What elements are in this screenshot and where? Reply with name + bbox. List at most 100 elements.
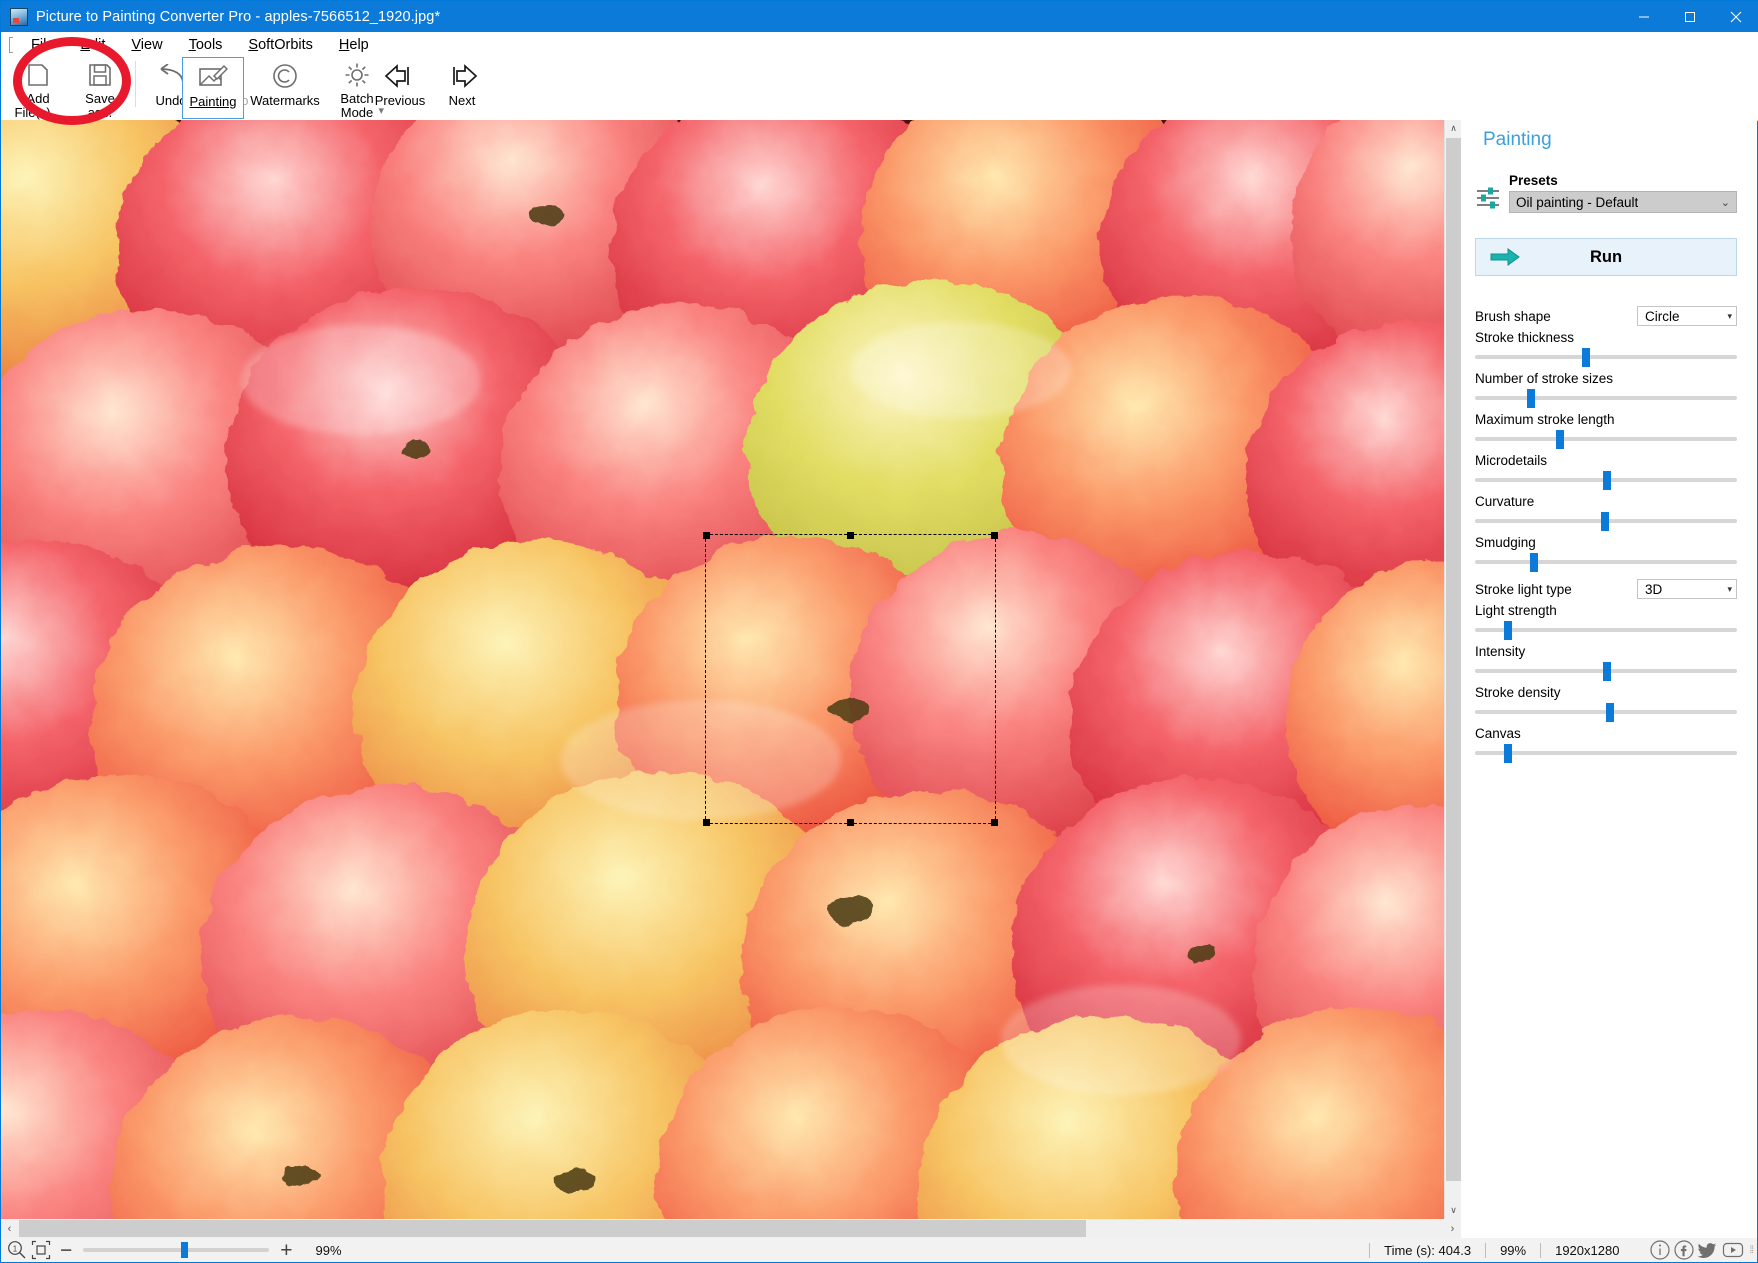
next-arrow-icon <box>445 61 479 91</box>
close-button[interactable] <box>1713 1 1758 32</box>
stroke-light-type-label: Stroke light type <box>1475 582 1572 597</box>
status-zoom-percent: 99% <box>1485 1243 1540 1258</box>
selection-handle-bottom-middle[interactable] <box>847 819 854 826</box>
slider-thumb[interactable] <box>1556 430 1564 449</box>
selection-rectangle[interactable] <box>705 534 996 824</box>
previous-label: Previous <box>375 94 426 108</box>
menu-grip-icon <box>9 37 13 53</box>
twitter-icon[interactable] <box>1697 1239 1719 1261</box>
title-bar: Picture to Painting Converter Pro - appl… <box>1 1 1758 32</box>
info-icon[interactable] <box>1649 1239 1671 1261</box>
presets-value: Oil painting - Default <box>1516 195 1638 210</box>
slider-thumb[interactable] <box>1582 348 1590 367</box>
slider-label-stroke-thickness: Stroke thickness <box>1475 330 1737 345</box>
slider-curvature[interactable] <box>1475 510 1737 532</box>
slider-thumb[interactable] <box>1606 703 1614 722</box>
scroll-right-icon[interactable]: › <box>1444 1219 1461 1238</box>
zoom-slider[interactable] <box>83 1248 269 1252</box>
next-label: Next <box>449 94 476 108</box>
painting-controls: Brush shape Circle ▾ Stroke thickness Nu… <box>1461 306 1757 764</box>
resize-grip-icon[interactable]: ⁞⁞ <box>1749 1245 1753 1256</box>
slider-thumb[interactable] <box>1527 389 1535 408</box>
slider-label-microdetails: Microdetails <box>1475 453 1737 468</box>
slider-thumb[interactable] <box>1601 512 1609 531</box>
slider-thumb[interactable] <box>1530 553 1538 572</box>
selection-handle-top-right[interactable] <box>991 532 998 539</box>
menu-item-view[interactable]: View <box>118 35 175 55</box>
watermarks-label: Watermarks <box>250 94 320 108</box>
add-files-label: Add File(s)... <box>15 92 62 119</box>
run-label: Run <box>1476 248 1736 267</box>
slider-label-curvature: Curvature <box>1475 494 1737 509</box>
slider-track <box>1475 560 1737 564</box>
vertical-scrollbar[interactable]: ∧ ∨ <box>1444 120 1462 1219</box>
slider-microdetails[interactable] <box>1475 469 1737 491</box>
slider-label-number-of-stroke-sizes: Number of stroke sizes <box>1475 371 1737 386</box>
brush-shape-value: Circle <box>1645 309 1680 324</box>
slider-intensity[interactable] <box>1475 660 1737 682</box>
previous-arrow-icon <box>383 61 417 91</box>
scroll-up-icon[interactable]: ∧ <box>1445 120 1462 137</box>
youtube-icon[interactable] <box>1721 1239 1745 1261</box>
slider-thumb[interactable] <box>1603 662 1611 681</box>
slider-thumb[interactable] <box>1603 471 1611 490</box>
presets-sliders-icon <box>1475 185 1501 211</box>
slider-thumb[interactable] <box>1504 621 1512 640</box>
stroke-light-type-value: 3D <box>1645 582 1662 597</box>
add-files-button[interactable]: Add File(s)... <box>7 57 69 119</box>
zoom-slider-thumb[interactable] <box>181 1242 188 1258</box>
watermarks-button[interactable]: Watermarks <box>244 57 326 119</box>
stroke-light-type-dropdown[interactable]: 3D ▾ <box>1637 579 1737 599</box>
chevron-down-icon: ▾ <box>1727 584 1732 595</box>
menu-item-help[interactable]: Help <box>326 35 382 55</box>
slider-maximum-stroke-length[interactable] <box>1475 428 1737 450</box>
run-button[interactable]: Run <box>1475 238 1737 276</box>
status-bar: 1 − + 99% Time (s): 404.3 99% 1920x1280 <box>1 1238 1757 1262</box>
menu-item-softorbits[interactable]: SoftOrbits <box>235 35 325 55</box>
menu-item-file[interactable]: File <box>18 35 67 55</box>
vertical-scroll-thumb[interactable] <box>1446 138 1461 1181</box>
slider-track <box>1475 355 1737 359</box>
magnifier-icon[interactable]: 1 <box>7 1240 27 1260</box>
zoom-in-button[interactable]: + <box>271 1240 301 1261</box>
horizontal-scrollbar[interactable]: ‹ › <box>1 1219 1461 1238</box>
brush-shape-label: Brush shape <box>1475 309 1551 324</box>
zoom-out-button[interactable]: − <box>51 1240 81 1261</box>
brush-shape-dropdown[interactable]: Circle ▾ <box>1637 306 1737 326</box>
scroll-left-icon[interactable]: ‹ <box>1 1219 18 1238</box>
application-window: Picture to Painting Converter Pro - appl… <box>0 0 1758 1263</box>
facebook-icon[interactable] <box>1673 1239 1695 1261</box>
horizontal-scroll-thumb[interactable] <box>19 1220 1086 1237</box>
selection-handle-top-left[interactable] <box>703 532 710 539</box>
toolbar: Add File(s)... Save as... <box>1 57 1758 121</box>
status-dimensions: 1920x1280 <box>1540 1243 1633 1258</box>
previous-button[interactable]: Previous <box>369 57 431 119</box>
slider-track <box>1475 751 1737 755</box>
slider-stroke-density[interactable] <box>1475 701 1737 723</box>
slider-stroke-thickness[interactable] <box>1475 346 1737 368</box>
scroll-down-icon[interactable]: ∨ <box>1445 1202 1462 1219</box>
window-controls <box>1621 1 1758 32</box>
next-button[interactable]: Next <box>431 57 493 119</box>
slider-thumb[interactable] <box>1504 744 1512 763</box>
selection-handle-top-middle[interactable] <box>847 532 854 539</box>
presets-dropdown[interactable]: Oil painting - Default ⌄ <box>1509 191 1737 213</box>
painting-button[interactable]: Painting <box>182 57 244 119</box>
slider-light-strength[interactable] <box>1475 619 1737 641</box>
selection-handle-bottom-right[interactable] <box>991 819 998 826</box>
menu-item-edit[interactable]: Edit <box>67 35 118 55</box>
slider-number-of-stroke-sizes[interactable] <box>1475 387 1737 409</box>
save-as-label: Save as... <box>85 92 115 119</box>
minimize-button[interactable] <box>1621 1 1667 32</box>
selection-handle-bottom-left[interactable] <box>703 819 710 826</box>
save-as-button[interactable]: Save as... <box>69 57 131 119</box>
fit-to-screen-icon[interactable] <box>31 1240 51 1260</box>
slider-label-canvas: Canvas <box>1475 726 1737 741</box>
slider-smudging[interactable] <box>1475 551 1737 573</box>
menu-item-tools[interactable]: Tools <box>176 35 236 55</box>
image-canvas[interactable] <box>1 120 1444 1219</box>
maximize-button[interactable] <box>1667 1 1713 32</box>
menu-bar: File Edit View Tools SoftOrbits Help <box>1 32 1758 57</box>
slider-canvas[interactable] <box>1475 742 1737 764</box>
zoom-percent-left: 99% <box>316 1243 342 1258</box>
